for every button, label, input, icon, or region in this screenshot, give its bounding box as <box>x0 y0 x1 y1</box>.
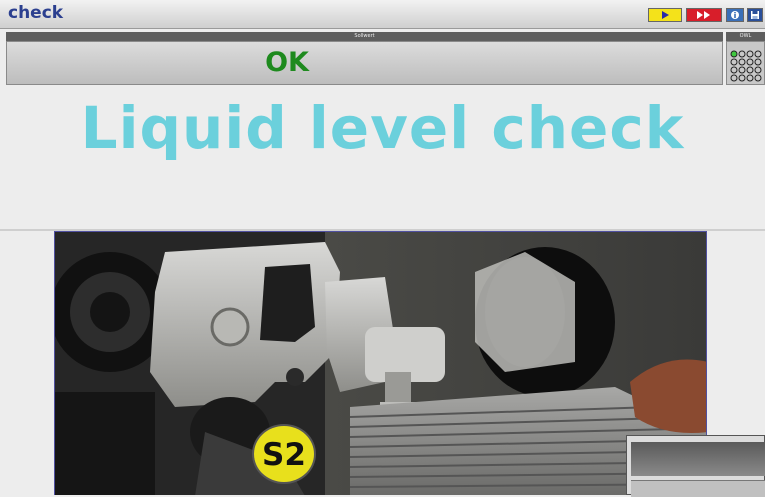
fast-forward-button[interactable] <box>686 8 722 22</box>
info-button[interactable] <box>726 8 744 22</box>
popup-header <box>631 442 765 476</box>
popup-window[interactable] <box>626 435 765 497</box>
control-header: OWL <box>726 32 765 41</box>
fast-forward-icon <box>696 10 712 20</box>
app-title: check <box>8 3 64 23</box>
save-icon <box>750 10 760 20</box>
indicator-grid-icon <box>730 50 762 82</box>
status-value: OK <box>265 47 309 78</box>
step-badge-label: S2 <box>262 437 306 473</box>
engine-photo <box>54 231 707 495</box>
save-button[interactable] <box>747 8 763 22</box>
popup-field[interactable] <box>631 480 765 497</box>
title-bar: check <box>0 0 765 29</box>
instruction-title: Liquid level check <box>80 94 685 162</box>
control-panel[interactable] <box>726 41 765 85</box>
status-header: Sollwert <box>6 32 723 41</box>
status-panel: OK <box>6 41 723 85</box>
play-icon <box>660 10 670 20</box>
info-icon <box>730 10 740 20</box>
step-badge: S2 <box>252 424 316 484</box>
play-button[interactable] <box>648 8 682 22</box>
